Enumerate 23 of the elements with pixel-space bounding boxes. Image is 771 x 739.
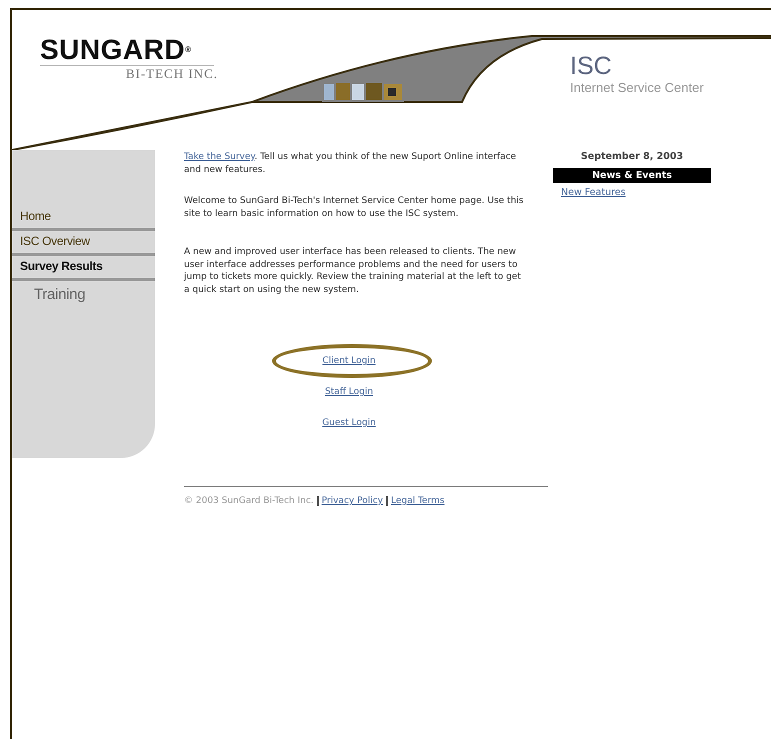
- login-link[interactable]: Staff Login: [324, 387, 374, 397]
- separator-bar: [386, 496, 388, 506]
- survey-link[interactable]: Take the Survey: [184, 152, 254, 162]
- site-title: ISC: [570, 52, 613, 80]
- site-subtitle: Internet Service Center: [570, 80, 704, 95]
- body-text: Welcome to SunGard Bi-Tech's Internet Service Center home page. Use this site to learn basic information on how to use the ISC system.: [184, 195, 524, 220]
- company-subtitle: BI-TECH INC.: [124, 66, 218, 82]
- nav-item[interactable]: Training: [12, 281, 155, 303]
- news-heading: News & Events: [553, 168, 711, 183]
- company-logo: SUNGARD$^{®}$: [40, 35, 214, 66]
- separator-bar: [316, 496, 319, 506]
- nav-item[interactable]: Survey Results: [12, 256, 155, 281]
- nav-item[interactable]: ISC Overview: [12, 231, 155, 256]
- copyright-text: © 2003 SunGard Bi-Tech Inc.: [184, 496, 314, 506]
- intro-text: Take the Survey. Tell us what you think of the new Suport Online interface and new features.: [184, 151, 518, 176]
- footer-link[interactable]: Privacy Policy: [322, 496, 383, 506]
- date-text: September 8, 2003: [580, 151, 684, 162]
- login-link[interactable]: Client Login: [322, 356, 376, 366]
- body-text: A new and improved user interface has been released to clients. The new user interface addresses performance problems and the need for users to jump to tickets more quickly. Review the training material at the left to get a quick start on using the new system.: [184, 246, 522, 296]
- login-link[interactable]: Guest Login: [322, 418, 376, 428]
- footer-link[interactable]: Legal Terms: [390, 496, 444, 506]
- news-link[interactable]: New Features: [561, 187, 626, 198]
- nav-item[interactable]: Home: [12, 206, 155, 231]
